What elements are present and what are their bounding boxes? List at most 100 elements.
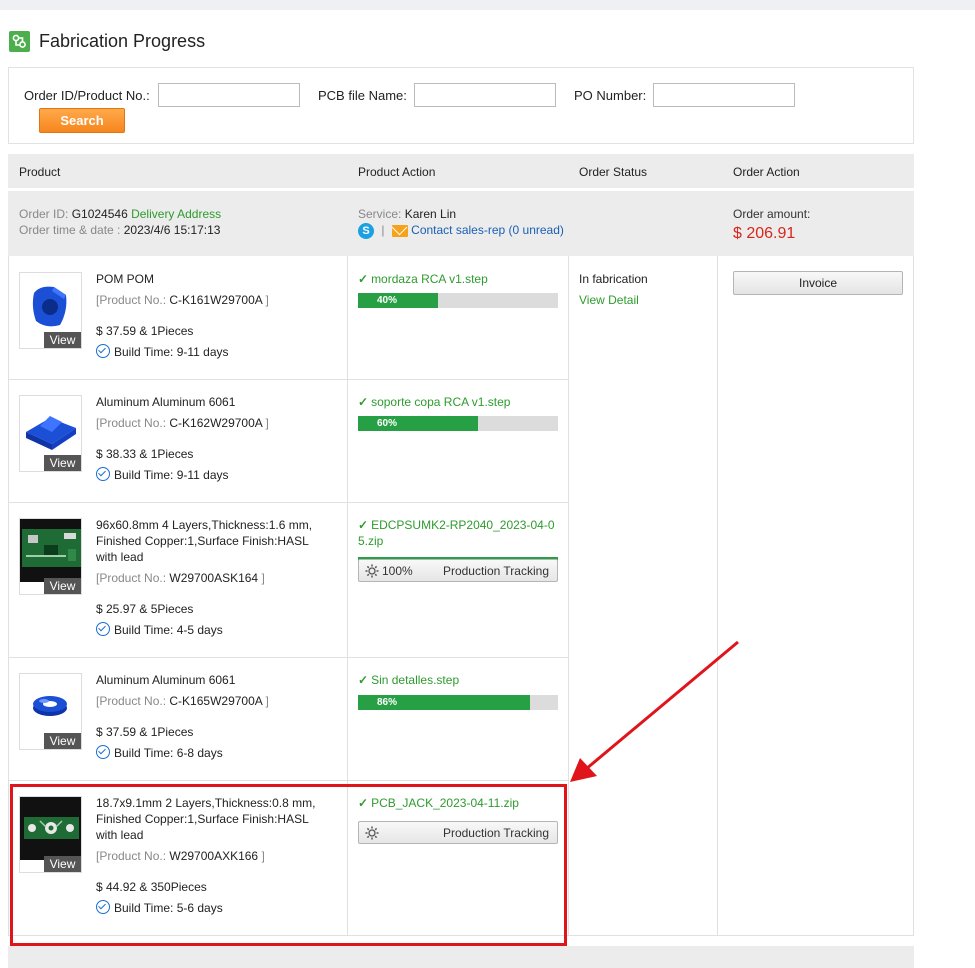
top-bar: [0, 0, 975, 10]
product-number-value: C-K162W29700A: [169, 416, 263, 430]
service-name: Karen Lin: [404, 207, 457, 221]
product-thumbnail[interactable]: View: [19, 518, 82, 595]
order-id-label: Order ID/Product No.:: [24, 88, 150, 103]
check-icon: ✓: [358, 395, 369, 409]
po-number-input[interactable]: [653, 83, 795, 107]
view-button[interactable]: View: [44, 578, 81, 594]
product-thumbnail[interactable]: View: [19, 673, 82, 750]
product-number-suffix: ]: [265, 293, 269, 307]
header-product: Product: [19, 165, 61, 179]
pcb-board-icon: [20, 519, 81, 582]
product-number-prefix: [Product No.:: [96, 416, 167, 430]
service-line: Service: Karen Lin: [358, 206, 456, 222]
file-link[interactable]: ✓ mordaza RCA v1.step: [358, 271, 488, 287]
footer-bar: [8, 946, 914, 968]
product-number-value: C-K161W29700A: [169, 293, 263, 307]
product-number-value: C-K165W29700A: [169, 694, 263, 708]
product-name: 96x60.8mm 4 Layers,Thickness:1.6 mm, Fin…: [96, 518, 313, 564]
search-button[interactable]: Search: [39, 108, 125, 133]
order-id-label: Order ID:: [19, 207, 69, 221]
build-time-label: Build Time:: [114, 345, 174, 359]
product-thumbnail[interactable]: View: [19, 395, 82, 472]
pom-part-icon: [32, 286, 67, 327]
ring-part-icon: [33, 696, 67, 716]
build-time-icon: [96, 622, 110, 636]
file-name[interactable]: mordaza RCA v1.step: [371, 272, 488, 286]
contact-sales-rep-link[interactable]: Contact sales-rep (0 unread): [411, 223, 564, 237]
file-link[interactable]: ✓ Sin detalles.step: [358, 672, 459, 688]
product-name: Aluminum Aluminum 6061: [96, 673, 236, 687]
order-id-value: G1024546: [71, 207, 128, 221]
production-tracking-button[interactable]: 100% Production Tracking: [358, 559, 558, 582]
progress-fill: 60%: [358, 416, 478, 431]
mail-icon[interactable]: [391, 224, 408, 237]
contact-separator: |: [381, 223, 385, 237]
product-price: $ 38.33 & 1Pieces: [96, 447, 194, 461]
tracking-label: Production Tracking: [442, 564, 549, 578]
product-number-prefix: [Product No.:: [96, 293, 167, 307]
order-id-line: Order ID: G1024546 Delivery Address: [19, 206, 221, 222]
build-time-icon: [96, 745, 110, 759]
product-number: [Product No.: C-K165W29700A ]: [96, 693, 269, 709]
check-icon: ✓: [358, 673, 369, 687]
build-time: Build Time: 9-11 days: [96, 467, 229, 483]
row-divider: [8, 502, 569, 503]
view-detail-link[interactable]: View Detail: [579, 292, 639, 308]
file-name[interactable]: EDCPSUMK2-RP2040_2023-04-05.zip: [358, 518, 555, 548]
view-button[interactable]: View: [44, 733, 81, 749]
service-label: Service:: [358, 207, 402, 221]
file-link[interactable]: ✓ EDCPSUMK2-RP2040_2023-04-05.zip: [358, 517, 560, 549]
order-time-label: Order time & date :: [19, 223, 121, 237]
build-time-value: 9-11 days: [176, 468, 229, 482]
product-name: Aluminum Aluminum 6061: [96, 395, 236, 409]
search-panel: Order ID/Product No.: PCB file Name: PO …: [8, 67, 914, 144]
highlight-box: [10, 784, 567, 946]
build-time-value: 4-5 days: [176, 623, 223, 637]
fabrication-icon: [9, 30, 30, 52]
delivery-address-link[interactable]: Delivery Address: [131, 207, 221, 221]
order-id-input[interactable]: [158, 83, 300, 107]
product-number: [Product No.: W29700ASK164 ]: [96, 570, 265, 586]
product-number-value: W29700ASK164: [169, 571, 259, 585]
progress-bar: 40%: [358, 293, 558, 308]
column-divider: [568, 256, 569, 936]
build-time-label: Build Time:: [114, 468, 174, 482]
row-divider: [8, 657, 569, 658]
build-time-label: Build Time:: [114, 746, 174, 760]
progress-bar: 86%: [358, 695, 558, 710]
progress-bar: 60%: [358, 416, 558, 431]
product-number: [Product No.: C-K162W29700A ]: [96, 415, 269, 431]
product-number-suffix: ]: [261, 571, 265, 585]
pcb-file-label: PCB file Name:: [318, 88, 407, 103]
build-time-value: 6-8 days: [176, 746, 223, 760]
product-number-suffix: ]: [265, 694, 269, 708]
progress-fill: 86%: [358, 695, 530, 710]
file-name[interactable]: Sin detalles.step: [371, 673, 459, 687]
file-name[interactable]: soporte copa RCA v1.step: [371, 395, 510, 409]
order-status: In fabrication: [579, 272, 648, 286]
tracking-percent: 100%: [382, 564, 413, 578]
product-number: [Product No.: C-K161W29700A ]: [96, 292, 269, 308]
po-number-label: PO Number:: [574, 88, 647, 103]
header-product-action: Product Action: [358, 165, 436, 179]
build-time-icon: [96, 467, 110, 481]
view-button[interactable]: View: [44, 455, 81, 471]
page-title: Fabrication Progress: [39, 30, 206, 51]
build-time-icon: [96, 344, 110, 358]
skype-icon[interactable]: S: [358, 222, 374, 239]
contact-line: S | Contact sales-rep (0 unread): [358, 222, 564, 239]
pcb-file-input[interactable]: [414, 83, 556, 107]
aluminum-part-icon: [26, 416, 76, 450]
product-name: POM POM: [96, 272, 155, 286]
view-button[interactable]: View: [44, 332, 81, 348]
product-thumbnail[interactable]: View: [19, 272, 82, 349]
file-link[interactable]: ✓ soporte copa RCA v1.step: [358, 394, 510, 410]
build-time-value: 9-11 days: [176, 345, 229, 359]
check-icon: ✓: [358, 272, 369, 286]
header-order-status: Order Status: [579, 165, 648, 179]
check-icon: ✓: [358, 518, 369, 532]
invoice-button[interactable]: Invoice: [733, 271, 903, 295]
row-divider: [8, 780, 569, 781]
product-price: $ 37.59 & 1Pieces: [96, 725, 194, 739]
product-number-prefix: [Product No.:: [96, 571, 167, 585]
